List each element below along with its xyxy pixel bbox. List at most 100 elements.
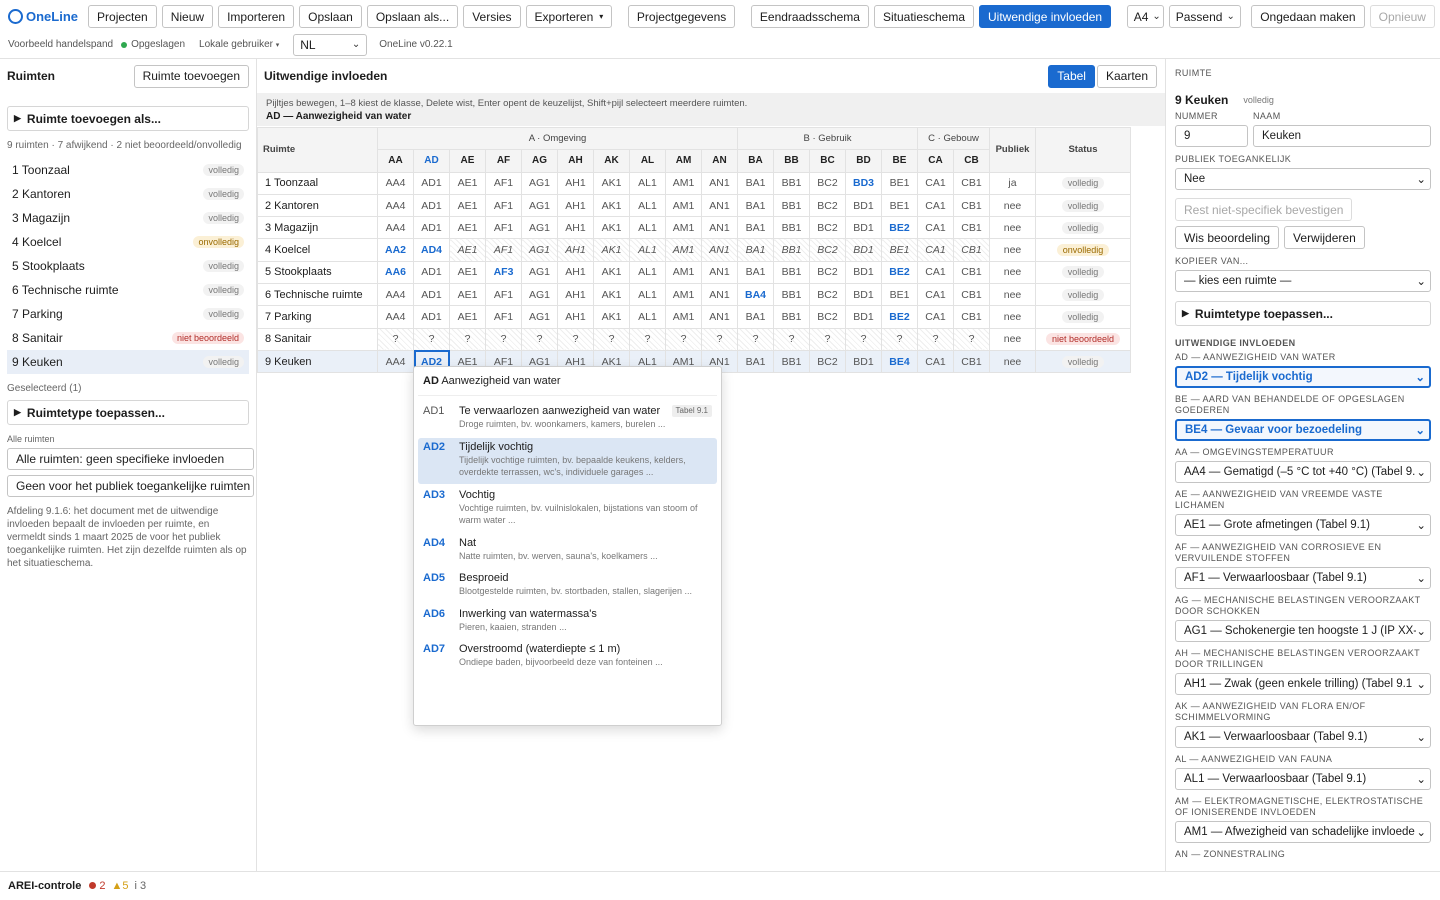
col-code-cb[interactable]: CB — [953, 149, 990, 173]
influence-cell[interactable]: AG1 — [521, 238, 558, 262]
room-item[interactable]: 8 Sanitair niet beoordeeld — [7, 326, 249, 350]
room-item[interactable]: 2 Kantoren volledig — [7, 182, 249, 206]
influence-cell[interactable]: CB1 — [953, 305, 990, 329]
influence-select[interactable]: AF1 — Verwaarloosbaar (Tabel 9.1) ⌄ — [1175, 567, 1431, 589]
room-item[interactable]: 1 Toonzaal volledig — [7, 158, 249, 182]
influence-cell[interactable]: ? — [485, 327, 522, 351]
influence-cell[interactable]: AL1 — [629, 283, 666, 307]
col-code-ak[interactable]: AK — [593, 149, 630, 173]
influence-cell[interactable]: ? — [917, 327, 954, 351]
influence-cell[interactable]: ? — [593, 327, 630, 351]
row-room-name[interactable]: 6 Technische ruimte — [257, 283, 378, 307]
influence-cell[interactable]: ? — [737, 327, 774, 351]
redo-button[interactable]: Opnieuw — [1369, 5, 1435, 28]
influence-cell[interactable]: CB1 — [953, 283, 990, 307]
influence-cell[interactable]: BD1 — [845, 349, 882, 374]
export-button[interactable]: Exporteren ▾ — [525, 5, 613, 28]
influence-cell[interactable]: BE4 — [881, 349, 918, 374]
influence-cell[interactable]: AK1 — [593, 260, 630, 285]
room-item[interactable]: 5 Stookplaats volledig — [7, 254, 249, 278]
influence-cell[interactable]: BC2 — [809, 349, 846, 374]
influence-cell[interactable]: BE1 — [881, 238, 918, 262]
public-cell[interactable]: nee — [989, 238, 1036, 262]
influence-cell[interactable]: CB1 — [953, 238, 990, 262]
influence-cell[interactable]: ? — [521, 327, 558, 351]
room-number-input[interactable]: 9 — [1175, 125, 1248, 147]
influence-cell[interactable]: AD1 — [413, 216, 450, 240]
influence-cell[interactable]: AN1 — [701, 216, 738, 240]
row-room-name[interactable]: 2 Kantoren — [257, 193, 378, 218]
influence-cell[interactable]: CA1 — [917, 283, 954, 307]
zoom-fit-select[interactable]: Passend ⌄ — [1168, 5, 1242, 28]
delete-room-button[interactable]: Verwijderen — [1284, 226, 1365, 249]
table-view-button[interactable]: Tabel — [1048, 64, 1095, 88]
undo-button[interactable]: Ongedaan maken — [1251, 5, 1365, 28]
influence-cell[interactable]: AA4 — [377, 216, 414, 240]
row-room-name[interactable]: 8 Sanitair — [257, 327, 378, 351]
influence-cell[interactable]: AK1 — [593, 171, 630, 195]
influence-cell[interactable]: CA1 — [917, 171, 954, 195]
room-item[interactable]: 6 Technische ruimte volledig — [7, 278, 249, 302]
col-code-ba[interactable]: BA — [737, 149, 774, 173]
col-code-bc[interactable]: BC — [809, 149, 846, 173]
col-code-ah[interactable]: AH — [557, 149, 594, 173]
influence-cell[interactable]: CA1 — [917, 238, 954, 262]
influence-cell[interactable]: ? — [845, 327, 882, 351]
user-menu[interactable]: Lokale gebruiker ▾ — [199, 39, 279, 50]
influence-cell[interactable]: AF3 — [485, 260, 522, 285]
new-button[interactable]: Nieuw — [161, 5, 214, 28]
view-site-plan-button[interactable]: Situatieschema — [873, 5, 975, 28]
influence-cell[interactable]: BE2 — [881, 260, 918, 285]
influence-cell[interactable]: CA1 — [917, 305, 954, 329]
influence-cell[interactable]: ? — [809, 327, 846, 351]
influence-cell[interactable]: BA1 — [737, 216, 774, 240]
influence-cell[interactable]: AE1 — [449, 260, 486, 285]
room-name-input[interactable]: Keuken — [1253, 125, 1431, 147]
influence-cell[interactable]: BC2 — [809, 260, 846, 285]
influence-cell[interactable]: BA1 — [737, 305, 774, 329]
influence-cell[interactable]: AM1 — [665, 216, 702, 240]
influence-cell[interactable]: ? — [953, 327, 990, 351]
room-item[interactable]: 4 Koelcel onvolledig — [7, 230, 249, 254]
influence-cell[interactable]: BD1 — [845, 305, 882, 329]
influence-cell[interactable]: ? — [449, 327, 486, 351]
influence-cell[interactable]: BA1 — [737, 171, 774, 195]
save-as-button[interactable]: Opslaan als... — [366, 5, 459, 28]
projects-button[interactable]: Projecten — [88, 5, 157, 28]
influence-cell[interactable]: BE2 — [881, 216, 918, 240]
influence-cell[interactable]: ? — [413, 327, 450, 351]
influence-cell[interactable]: AN1 — [701, 283, 738, 307]
influence-cell[interactable]: AA4 — [377, 171, 414, 195]
arei-check-bar[interactable]: AREI-controle 2 ▲5 i 3 — [0, 871, 1440, 900]
influence-cell[interactable]: CA1 — [917, 349, 954, 374]
influence-cell[interactable]: ? — [377, 327, 414, 351]
influence-cell[interactable]: ? — [773, 327, 810, 351]
influence-cell[interactable]: AL1 — [629, 305, 666, 329]
paper-size-select[interactable]: A4 ⌄ — [1126, 5, 1164, 28]
confirm-rest-button[interactable]: Rest niet-specifiek bevestigen — [1175, 198, 1353, 221]
influence-cell[interactable]: AL1 — [629, 193, 666, 218]
influence-cell[interactable]: AF1 — [485, 216, 522, 240]
influence-cell[interactable]: AN1 — [701, 305, 738, 329]
option-item[interactable]: AD1 Te verwaarlozen aanwezigheid van wate… — [418, 402, 717, 436]
influence-cell[interactable]: BB1 — [773, 238, 810, 262]
influence-cell[interactable]: CA1 — [917, 193, 954, 218]
influence-cell[interactable]: AG1 — [521, 193, 558, 218]
project-data-button[interactable]: Projectgegevens — [627, 5, 736, 28]
influence-cell[interactable]: AH1 — [557, 305, 594, 329]
influence-cell[interactable]: AE1 — [449, 305, 486, 329]
influence-cell[interactable]: CA1 — [917, 216, 954, 240]
influence-cell[interactable]: AD1 — [413, 193, 450, 218]
influence-cell[interactable]: BA1 — [737, 349, 774, 374]
public-cell[interactable]: nee — [989, 216, 1036, 240]
influence-cell[interactable]: AH1 — [557, 283, 594, 307]
influence-cell[interactable]: AD1 — [413, 283, 450, 307]
influence-cell[interactable]: AF1 — [485, 305, 522, 329]
influence-cell[interactable]: BA1 — [737, 260, 774, 285]
influence-cell[interactable]: ? — [665, 327, 702, 351]
influence-cell[interactable]: AM1 — [665, 305, 702, 329]
influence-cell[interactable]: AE1 — [449, 171, 486, 195]
influence-cell[interactable]: AH1 — [557, 238, 594, 262]
influence-cell[interactable]: BD1 — [845, 216, 882, 240]
influence-cell[interactable]: AE1 — [449, 216, 486, 240]
